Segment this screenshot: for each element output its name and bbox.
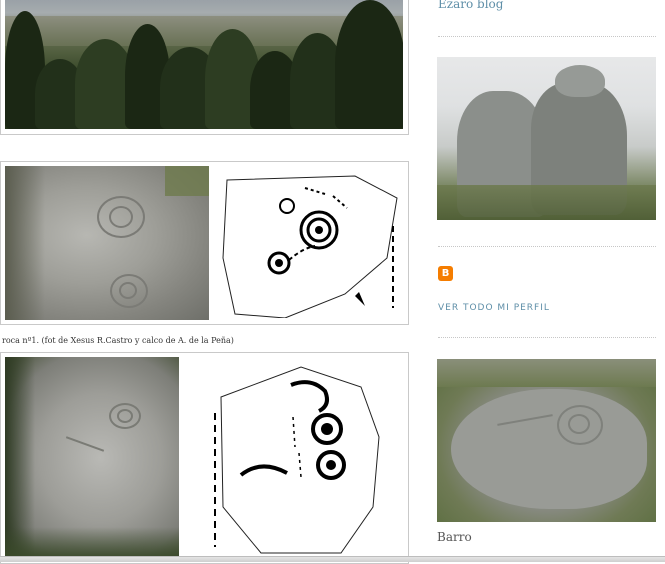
view-profile-link[interactable]: VER TODO MI PERFIL — [438, 303, 550, 313]
figure-caption: roca nº1. (fot de Xesus R.Castro y calco… — [2, 336, 234, 345]
sidebar-divider — [438, 337, 656, 338]
barro-photo[interactable] — [437, 359, 656, 522]
rock2-photo[interactable] — [5, 357, 179, 559]
landscape-photo[interactable] — [5, 0, 403, 129]
blogger-icon[interactable]: B — [438, 266, 453, 281]
window-bottom-edge — [0, 556, 665, 562]
rock1-drawing[interactable] — [215, 168, 403, 318]
photo-caption-barro: Barro — [437, 530, 472, 544]
sidebar-divider — [438, 36, 656, 37]
rock1-photo[interactable] — [5, 166, 209, 320]
boulder-photo[interactable] — [437, 57, 656, 220]
rock2-figure-frame — [0, 352, 409, 564]
rock2-drawing[interactable] — [201, 357, 401, 559]
rock1-figure-frame — [0, 161, 409, 325]
sidebar-divider — [438, 246, 656, 247]
landscape-photo-frame — [0, 0, 409, 135]
ezaro-blog-link[interactable]: Ezaro blog — [438, 0, 503, 11]
